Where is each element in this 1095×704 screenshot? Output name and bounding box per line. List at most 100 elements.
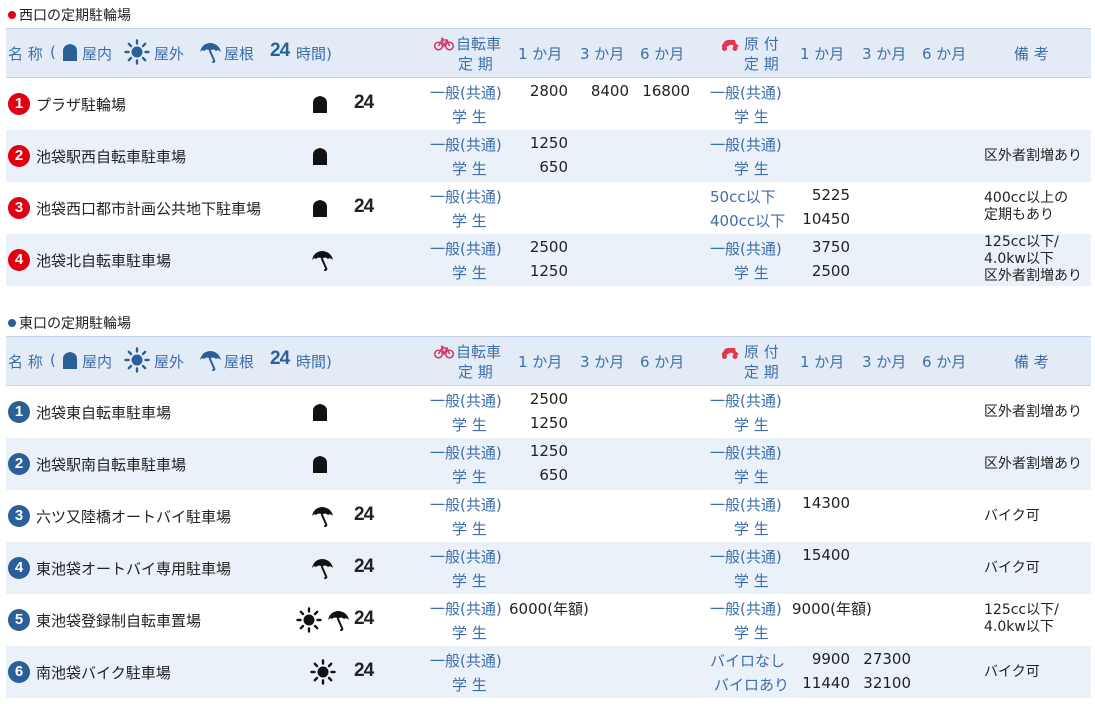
table-header: 名 称 (屋内 屋外 屋根 24 時間) 自転車定 期 1 か月 3 か月 6 か月 原 付定 期 1… (6, 28, 1091, 78)
header-remarks: 備 考 (1014, 45, 1049, 63)
facility-name[interactable]: 南池袋バイク駐車場 (36, 662, 171, 683)
header-bike-6m: 6 か月 (640, 45, 685, 63)
remarks-line: 4.0kw以下 (984, 251, 1054, 267)
header-bicycle: 自転車 (456, 35, 502, 53)
facility-name[interactable]: 東池袋登録制自転車置場 (36, 610, 201, 631)
hours-24-label: 24 (354, 196, 374, 217)
moped-type-2: 学 生 (734, 416, 769, 434)
moped-type-1: 一般(共通) (710, 496, 782, 514)
table-row: 6 南池袋バイク駐車場 24 一般(共通) 学 生 バイロなしバイロあり 9900 27300… (6, 646, 1091, 698)
facility-name[interactable]: 池袋駅南自転車駐車場 (36, 454, 186, 475)
header-outdoor: 屋外 (154, 45, 185, 63)
moped-3m-row1: 27300 (863, 650, 911, 668)
bike-type-general: 一般(共通) (430, 496, 502, 514)
hours-24-label: 24 (354, 556, 374, 577)
moped-type-1: 一般(共通) (710, 136, 782, 154)
header-name: 名 称 (8, 353, 43, 371)
roof-icon (310, 249, 334, 273)
roof-icon (198, 349, 222, 371)
remarks-cell: バイク可 (984, 508, 1040, 525)
header-roof: 屋根 (224, 45, 255, 63)
facility-name[interactable]: 池袋東自転車駐車場 (36, 402, 171, 423)
header-bicycle-term: 定 期 (458, 363, 493, 381)
bike-type-student: 学 生 (452, 416, 487, 434)
moped-1m-row1: 9900 (811, 650, 850, 668)
bike-type-student: 学 生 (452, 676, 487, 694)
bike-6m-general: 16800 (642, 82, 690, 100)
west-parking-table: 名 称(屋内 屋外 屋根 24 時間) 自転車定 期1 か月 3 か月 6 か月原 付定 期1… (6, 28, 1091, 286)
remarks-line: 定期もあり (984, 207, 1054, 223)
indoor-icon (310, 94, 330, 118)
remarks-cell: 区外者割増あり (984, 404, 1082, 421)
row-number-badge: 1 (8, 93, 30, 115)
moped-type-2: 学 生 (734, 624, 769, 642)
hours-24-label: 24 (354, 504, 374, 525)
moped-icon (720, 36, 740, 52)
outdoor-icon (310, 659, 336, 685)
header-outdoor: 屋外 (154, 353, 185, 371)
facility-name[interactable]: プラザ駐輪場 (36, 94, 126, 115)
moped-1m-row2: 11440 (802, 674, 850, 692)
bike-type-general: 一般(共通) (430, 136, 502, 154)
header-bike-1m: 1 か月 (518, 45, 563, 63)
bike-1m-student: 1250 (529, 414, 568, 432)
facility-name[interactable]: 池袋北自転車駐車場 (36, 250, 171, 271)
facility-name[interactable]: 六ツ又陸橋オートバイ駐車場 (36, 506, 231, 527)
header-paren: ( (50, 43, 56, 61)
remarks-line: 4.0kw以下 (984, 619, 1054, 635)
header-roof: 屋根 (224, 353, 255, 371)
bike-type-student: 学 生 (452, 160, 487, 178)
section-title-west: 西口の定期駐輪場 (8, 6, 131, 26)
section-title-east: 東口の定期駐輪場 (8, 314, 131, 334)
row-number-badge: 6 (8, 661, 30, 683)
moped-type-2: 学 生 (734, 468, 769, 486)
moped-type-1: 一般(共通) (710, 600, 782, 618)
remarks-line: 区外者割増あり (984, 148, 1082, 164)
row-number-badge: 3 (8, 197, 30, 219)
header-indoor: 屋内 (82, 45, 113, 63)
remarks-line: バイク可 (984, 664, 1040, 680)
bike-type-general: 一般(共通) (430, 652, 502, 670)
header-moped-term: 定 期 (744, 55, 779, 73)
header-moped: 原 付 (744, 343, 779, 361)
roof-icon (310, 505, 334, 529)
remarks-cell: 125cc以下/4.0kw以下 (984, 602, 1059, 636)
header-moped-3m: 3 か月 (862, 353, 907, 371)
moped-1m-row1: 15400 (802, 546, 850, 564)
header-bike-3m: 3 か月 (580, 45, 625, 63)
header-moped-6m: 6 か月 (922, 45, 967, 63)
bike-1m-general: 2500 (529, 238, 568, 256)
moped-type-1: 一般(共通) (710, 240, 782, 258)
facility-name[interactable]: 池袋駅西自転車駐車場 (36, 146, 186, 167)
moped-type-2: バイロあり (714, 676, 790, 694)
roof-icon (310, 557, 334, 581)
bike-type-student: 学 生 (452, 468, 487, 486)
hours-24-label: 24 (354, 608, 374, 629)
moped-type-1: バイロなし (710, 652, 786, 670)
table-row: 5 東池袋登録制自転車置場 24 一般(共通) 学 生 6000(年額) 一般(共通) 学 生… (6, 594, 1091, 646)
remarks-cell: 区外者割増あり (984, 456, 1082, 473)
facility-name[interactable]: 東池袋オートバイ専用駐車場 (36, 558, 231, 579)
table-row: 4 池袋北自転車駐車場 一般(共通) 学 生 2500 1250 一般(共通) 学 生 3750… (6, 234, 1091, 286)
remarks-line: バイク可 (984, 560, 1040, 576)
east-parking-table: 名 称(屋内 屋外 屋根 24 時間) 自転車定 期1 か月 3 か月 6 か月原 付定 期1… (6, 336, 1091, 698)
row-number-badge: 2 (8, 145, 30, 167)
remarks-cell: バイク可 (984, 664, 1040, 681)
hours-24-label: 24 (354, 92, 374, 113)
header-name: 名 称 (8, 45, 43, 63)
bike-type-general: 一般(共通) (430, 600, 502, 618)
header-bike-6m: 6 か月 (640, 353, 685, 371)
header-bicycle: 自転車 (456, 343, 502, 361)
header-moped-1m: 1 か月 (800, 353, 845, 371)
hours-24-label: 24 (354, 660, 374, 681)
table-row: 2 池袋駅西自転車駐車場 一般(共通) 学 生 1250 650 一般(共通) 学 生 区外者割… (6, 130, 1091, 182)
header-remarks: 備 考 (1014, 353, 1049, 371)
header-paren: ( (50, 351, 56, 369)
roof-icon (198, 41, 222, 63)
bike-type-student: 学 生 (452, 212, 487, 230)
indoor-icon (310, 402, 330, 426)
indoor-icon (310, 146, 330, 170)
facility-name[interactable]: 池袋西口都市計画公共地下駐車場 (36, 198, 261, 219)
bike-1m-student: 650 (539, 158, 568, 176)
bicycle-icon (434, 345, 454, 359)
